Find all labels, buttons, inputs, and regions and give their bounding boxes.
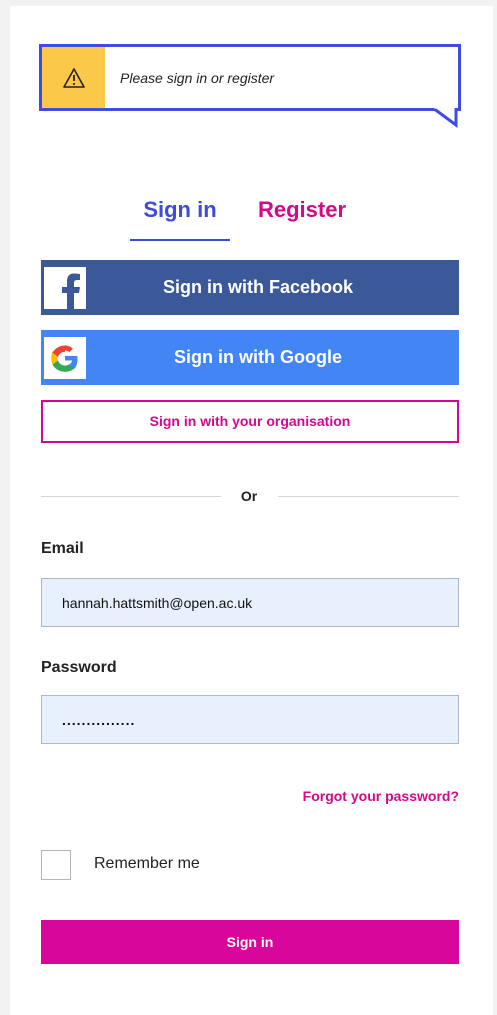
- sign-in-button[interactable]: Sign in: [41, 920, 459, 964]
- sign-in-panel: [10, 6, 493, 1015]
- password-label: Password: [41, 659, 117, 676]
- tab-register[interactable]: Register: [258, 195, 368, 241]
- google-sign-in-button[interactable]: Sign in with Google: [41, 330, 459, 385]
- facebook-button-label: Sign in with Facebook: [162, 277, 353, 297]
- facebook-sign-in-button[interactable]: Sign in with Facebook: [41, 260, 459, 315]
- alert-tail: [434, 108, 458, 128]
- forgot-password-link[interactable]: Forgot your password?: [303, 788, 459, 804]
- tab-sign-in[interactable]: Sign in: [130, 195, 230, 241]
- warning-icon: [62, 67, 85, 88]
- email-label: Email: [41, 540, 84, 557]
- divider-line-left: [41, 496, 221, 497]
- facebook-icon: [44, 267, 86, 309]
- divider-or: Or: [240, 488, 258, 504]
- google-button-label: Sign in with Google: [174, 347, 342, 367]
- alert-message: Please sign in or register: [120, 69, 275, 86]
- password-field[interactable]: [41, 695, 459, 744]
- organisation-sign-in-button[interactable]: Sign in with your organisation: [41, 400, 459, 443]
- remember-me-checkbox[interactable]: [41, 850, 71, 880]
- remember-me-label[interactable]: Remember me: [94, 855, 200, 873]
- alert-banner: Please sign in or register: [39, 44, 461, 111]
- divider-line-right: [278, 496, 459, 497]
- alert-icon-box: [42, 47, 105, 108]
- google-icon: [44, 337, 86, 379]
- email-field[interactable]: [41, 578, 459, 627]
